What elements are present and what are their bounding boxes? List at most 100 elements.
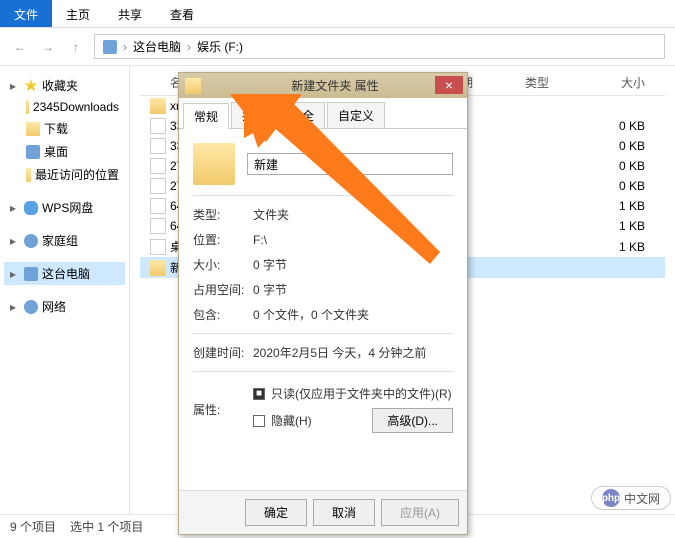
folder-icon	[150, 98, 166, 114]
ok-button[interactable]: 确定	[245, 499, 307, 526]
address-bar: ← → ↑ › 这台电脑 › 娱乐 (F:)	[0, 28, 675, 66]
pc-icon	[24, 267, 38, 281]
tab-view[interactable]: 查看	[156, 0, 208, 27]
file-icon	[150, 138, 166, 154]
file-icon	[150, 239, 166, 255]
nav-back-button[interactable]: ←	[10, 37, 30, 57]
type-value: 文件夹	[253, 206, 453, 223]
dialog-buttons: 确定 取消 应用(A)	[179, 490, 467, 534]
file-icon	[150, 178, 166, 194]
breadcrumb-pc[interactable]: 这台电脑	[133, 38, 181, 55]
created-label: 创建时间:	[193, 344, 253, 361]
dialog-tabs: 常规 共享 安全 自定义	[179, 98, 467, 129]
close-button[interactable]: ×	[435, 76, 463, 94]
dialog-body: 类型:文件夹 位置:F:\ 大小:0 字节 占用空间:0 字节 包含:0 个文件…	[179, 129, 467, 490]
sidebar-item-label: 收藏夹	[42, 77, 78, 94]
ondisk-label: 占用空间:	[193, 281, 253, 298]
file-size: 1 KB	[585, 219, 665, 233]
sidebar-item-label: 网络	[42, 298, 66, 315]
desktop-icon	[26, 145, 40, 159]
file-icon	[150, 198, 166, 214]
sidebar-item-label: 2345Downloads	[33, 100, 119, 114]
contains-value: 0 个文件，0 个文件夹	[253, 306, 453, 323]
watermark-text: 中文网	[624, 490, 660, 507]
chevron-right-icon: ›	[123, 40, 127, 54]
file-size: 0 KB	[585, 139, 665, 153]
php-logo-icon: php	[602, 489, 620, 507]
file-icon	[150, 158, 166, 174]
sidebar-wps[interactable]: ▸WPS网盘	[4, 196, 125, 219]
sidebar-item-downloads[interactable]: 下载	[4, 117, 125, 140]
tab-custom[interactable]: 自定义	[327, 102, 385, 128]
file-icon	[150, 118, 166, 134]
sidebar-item-label: 家庭组	[42, 232, 78, 249]
properties-dialog: 新建文件夹 属性 × 常规 共享 安全 自定义 类型:文件夹 位置:F:\ 大小…	[178, 72, 468, 535]
col-type[interactable]: 类型	[525, 74, 585, 91]
location-value: F:\	[253, 233, 453, 247]
file-size: 0 KB	[585, 119, 665, 133]
ribbon-tabs: 文件 主页 共享 查看	[0, 0, 675, 28]
tab-general[interactable]: 常规	[183, 103, 229, 129]
hidden-label: 隐藏(H)	[271, 412, 312, 429]
sidebar-favorites[interactable]: ▸收藏夹	[4, 74, 125, 97]
size-value: 0 字节	[253, 256, 453, 273]
folder-big-icon	[193, 143, 235, 185]
status-selected: 选中 1 个项目	[70, 518, 143, 535]
readonly-checkbox[interactable]: ■ 只读(仅应用于文件夹中的文件)(R)	[253, 382, 453, 405]
file-size: 1 KB	[585, 240, 665, 254]
sidebar-item-desktop[interactable]: 桌面	[4, 140, 125, 163]
watermark: php 中文网	[591, 486, 671, 510]
sidebar-network[interactable]: ▸网络	[4, 295, 125, 318]
contains-label: 包含:	[193, 306, 253, 323]
sidebar-item-label: 下载	[44, 120, 68, 137]
sidebar-item-label: 最近访问的位置	[35, 166, 119, 183]
file-icon	[150, 218, 166, 234]
attributes-label: 属性:	[193, 401, 253, 418]
sidebar-item-recent[interactable]: 最近访问的位置	[4, 163, 125, 186]
sidebar-item-2345[interactable]: 2345Downloads	[4, 97, 125, 117]
apply-button[interactable]: 应用(A)	[381, 499, 459, 526]
cloud-icon	[24, 201, 38, 215]
tab-share[interactable]: 共享	[104, 0, 156, 27]
cancel-button[interactable]: 取消	[313, 499, 375, 526]
location-label: 位置:	[193, 231, 253, 248]
col-size[interactable]: 大小	[585, 74, 665, 91]
checkbox-icon: ■	[253, 388, 265, 400]
file-size: 0 KB	[585, 159, 665, 173]
hidden-checkbox[interactable]	[253, 415, 265, 427]
folder-name-input[interactable]	[247, 153, 453, 175]
homegroup-icon	[24, 234, 38, 248]
tab-sharing[interactable]: 共享	[231, 102, 277, 128]
file-size: 0 KB	[585, 179, 665, 193]
file-size: 1 KB	[585, 199, 665, 213]
sidebar: ▸收藏夹 2345Downloads 下载 桌面 最近访问的位置 ▸WPS网盘 …	[0, 66, 130, 514]
sidebar-item-label: WPS网盘	[42, 199, 93, 216]
folder-icon	[150, 260, 166, 276]
created-value: 2020年2月5日 今天，4 分钟之前	[253, 344, 453, 361]
nav-fwd-button: →	[38, 37, 58, 57]
ondisk-value: 0 字节	[253, 281, 453, 298]
breadcrumb-drive[interactable]: 娱乐 (F:)	[197, 38, 243, 55]
recent-icon	[26, 168, 31, 182]
chevron-right-icon: ›	[187, 40, 191, 54]
breadcrumb[interactable]: › 这台电脑 › 娱乐 (F:)	[94, 34, 665, 59]
tab-security[interactable]: 安全	[279, 102, 325, 128]
type-label: 类型:	[193, 206, 253, 223]
sidebar-item-label: 桌面	[44, 143, 68, 160]
network-icon	[24, 300, 38, 314]
nav-up-button[interactable]: ↑	[66, 37, 86, 57]
folder-icon	[185, 78, 201, 94]
sidebar-thispc[interactable]: ▸这台电脑	[4, 262, 125, 285]
pc-icon	[103, 40, 117, 54]
size-label: 大小:	[193, 256, 253, 273]
tab-file[interactable]: 文件	[0, 0, 52, 27]
advanced-button[interactable]: 高级(D)...	[372, 408, 453, 433]
dialog-titlebar[interactable]: 新建文件夹 属性 ×	[179, 73, 467, 98]
sidebar-item-label: 这台电脑	[42, 265, 90, 282]
readonly-label: 只读(仅应用于文件夹中的文件)(R)	[271, 385, 452, 402]
tab-home[interactable]: 主页	[52, 0, 104, 27]
status-count: 9 个项目	[10, 518, 56, 535]
folder-icon	[26, 100, 29, 114]
sidebar-homegroup[interactable]: ▸家庭组	[4, 229, 125, 252]
star-icon	[24, 79, 38, 93]
